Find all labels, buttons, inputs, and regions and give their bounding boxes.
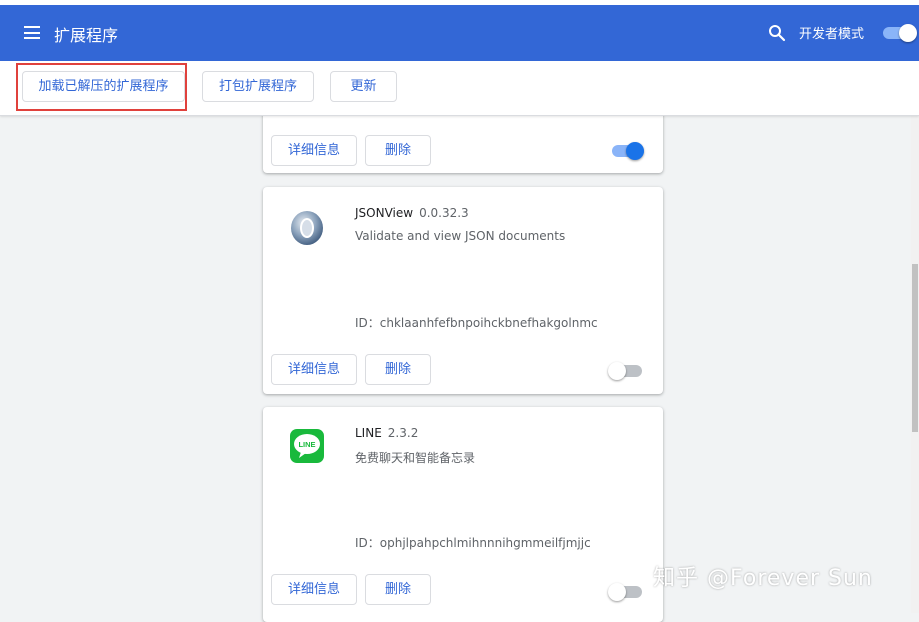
developer-mode-toggle[interactable] (883, 23, 917, 43)
details-button[interactable]: 详细信息 (271, 354, 357, 385)
extension-name: LINE 2.3.2 (355, 426, 419, 440)
app-header: 扩展程序 开发者模式 (0, 5, 919, 61)
update-button[interactable]: 更新 (330, 71, 397, 102)
jsonview-icon (291, 211, 323, 245)
extension-id: ID：ophjlpahpchlmihnnnihgmmeilfjmjjc (355, 536, 591, 550)
remove-button[interactable]: 删除 (365, 135, 431, 166)
extension-enable-toggle[interactable] (612, 141, 646, 161)
page-title: 扩展程序 (54, 26, 119, 45)
highlight-annotation (16, 63, 187, 111)
watermark: 知乎 @Forever Sun (653, 566, 873, 591)
extension-card-jsonview: JSONView 0.0.32.3 Validate and view JSON … (263, 187, 663, 394)
remove-button[interactable]: 删除 (365, 354, 431, 385)
extension-enable-toggle[interactable] (608, 582, 644, 602)
extension-enable-toggle[interactable] (608, 361, 644, 381)
details-button[interactable]: 详细信息 (271, 574, 357, 605)
scrollbar-thumb[interactable] (912, 264, 918, 432)
line-icon: LINE (290, 429, 324, 463)
svg-text:LINE: LINE (298, 440, 315, 449)
developer-mode-label: 开发者模式 (799, 27, 865, 42)
search-icon[interactable] (768, 24, 786, 42)
extension-description: Validate and view JSON documents (355, 229, 566, 243)
extension-version: 0.0.32.3 (419, 206, 469, 220)
details-button[interactable]: 详细信息 (271, 135, 357, 166)
extension-description: 免费聊天和智能备忘录 (355, 451, 476, 465)
extension-version: 2.3.2 (387, 426, 419, 440)
extension-id: ID：chklaanhfefbnpoihckbnefhakgolnmc (355, 316, 598, 330)
extension-card-line: LINE LINE 2.3.2 免费聊天和智能备忘录 ID：ophjlpahpch… (263, 407, 663, 622)
remove-button[interactable]: 删除 (365, 574, 431, 605)
extension-card: 详细信息 删除 (263, 108, 663, 173)
page-scrollbar[interactable] (911, 116, 919, 613)
extension-name: JSONView 0.0.32.3 (355, 206, 469, 220)
pack-extension-button[interactable]: 打包扩展程序 (202, 71, 314, 102)
menu-icon[interactable] (24, 26, 40, 39)
